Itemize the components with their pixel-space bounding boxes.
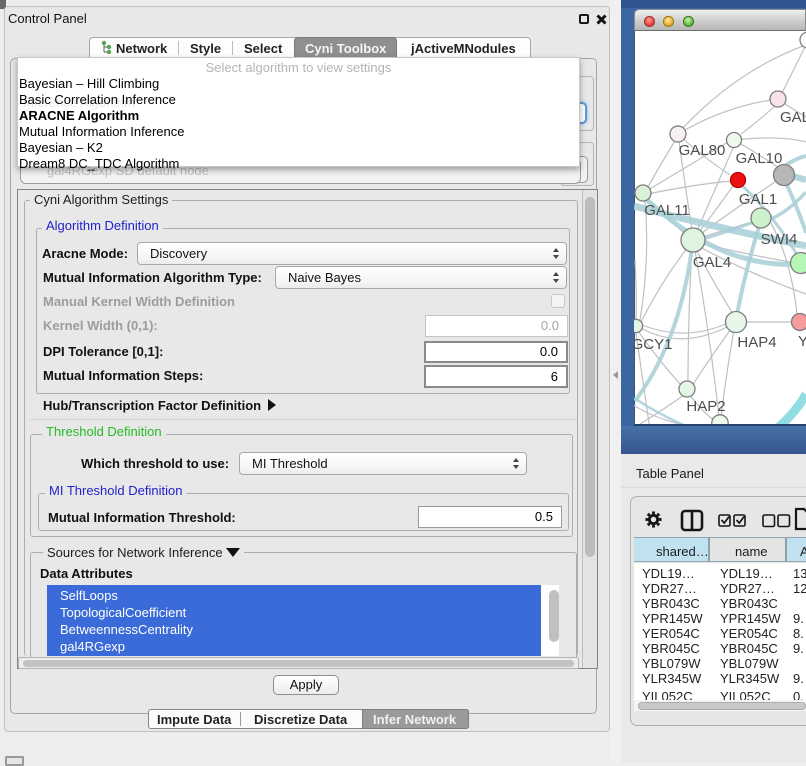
svg-text:Y: Y bbox=[798, 333, 806, 350]
svg-text:HAP2: HAP2 bbox=[686, 398, 725, 415]
svg-text:SWI4: SWI4 bbox=[761, 231, 798, 248]
svg-text:GAL1: GAL1 bbox=[739, 191, 777, 208]
svg-text:HAP4: HAP4 bbox=[737, 334, 776, 351]
svg-text:GAL: GAL bbox=[780, 109, 806, 126]
svg-text:GAL11: GAL11 bbox=[644, 202, 690, 219]
svg-text:GAL4: GAL4 bbox=[693, 254, 731, 271]
svg-text:GAL80: GAL80 bbox=[679, 142, 726, 159]
svg-text:GAL10: GAL10 bbox=[736, 150, 783, 167]
svg-text:GCY1: GCY1 bbox=[634, 336, 672, 353]
